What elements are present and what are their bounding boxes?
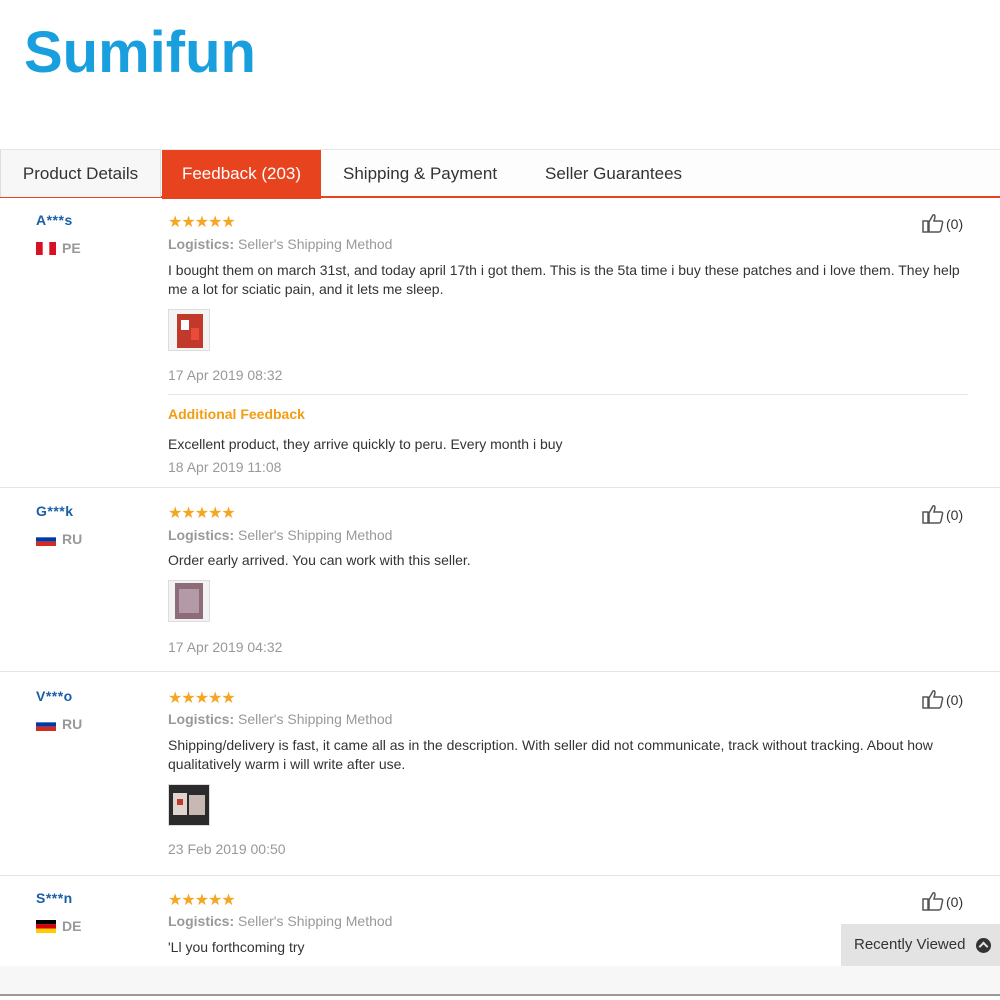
additional-feedback-text: Excellent product, they arrive quickly t… (168, 436, 563, 452)
buyer-country: RU (36, 716, 82, 732)
feedback-date: 17 Apr 2019 08:32 (168, 367, 283, 383)
feedback-photo[interactable] (168, 309, 210, 351)
tab-product-details[interactable]: Product Details (0, 150, 161, 197)
feedback-photo[interactable] (168, 580, 210, 622)
like-button[interactable]: (0) (922, 213, 963, 233)
tab-seller-guarantees[interactable]: Seller Guarantees (545, 150, 682, 197)
buyer-name: G***k (36, 503, 74, 519)
divider (0, 671, 1000, 672)
buyer-name: V***o (36, 688, 73, 704)
star-rating: ★★★★★ (168, 892, 236, 909)
buyer-country: RU (36, 531, 82, 547)
recently-viewed-label: Recently Viewed (854, 936, 966, 953)
footer-strip (0, 966, 1000, 994)
svg-text:Sumifun: Sumifun (24, 20, 256, 85)
divider (168, 394, 968, 395)
sumifun-logo[interactable]: Sumifun (24, 18, 264, 88)
thumbs-up-icon (922, 214, 944, 233)
germany-flag-icon (36, 920, 56, 933)
tab-shipping-payment[interactable]: Shipping & Payment (343, 150, 497, 197)
feedback-text: I bought them on march 31st, and today a… (168, 262, 960, 297)
like-button[interactable]: (0) (922, 689, 963, 709)
feedback-date: 23 Feb 2019 00:50 (168, 841, 286, 857)
buyer-country: DE (36, 918, 81, 934)
thumbs-up-icon (922, 690, 944, 709)
tab-feedback[interactable]: Feedback (203) (162, 150, 321, 199)
additional-feedback-date: 18 Apr 2019 11:08 (168, 459, 282, 475)
divider (0, 487, 1000, 488)
peru-flag-icon (36, 242, 56, 255)
thumbs-up-icon (922, 505, 944, 524)
thumbs-up-icon (922, 892, 944, 911)
logistics-info: Logistics: Seller's Shipping Method (168, 913, 393, 929)
chevron-up-icon (976, 938, 991, 953)
buyer-country: PE (36, 240, 81, 256)
feedback-text: Shipping/delivery is fast, it came all a… (168, 737, 933, 772)
feedback-date: 17 Apr 2019 04:32 (168, 639, 283, 655)
star-rating: ★★★★★ (168, 214, 236, 231)
russia-flag-icon (36, 718, 56, 731)
star-rating: ★★★★★ (168, 690, 236, 707)
russia-flag-icon (36, 533, 56, 546)
recently-viewed-button[interactable]: Recently Viewed (841, 924, 1000, 966)
buyer-name: S***n (36, 890, 73, 906)
divider (0, 875, 1000, 876)
star-rating: ★★★★★ (168, 505, 236, 522)
footer-line (0, 994, 1000, 996)
like-button[interactable]: (0) (922, 891, 963, 911)
detail-tabs: Product Details Feedback (203) Shipping … (0, 149, 1000, 199)
logistics-info: Logistics: Seller's Shipping Method (168, 236, 393, 252)
additional-feedback-title: Additional Feedback (168, 406, 305, 422)
feedback-photo[interactable] (168, 784, 210, 826)
logistics-info: Logistics: Seller's Shipping Method (168, 711, 393, 727)
feedback-text: Order early arrived. You can work with t… (168, 552, 471, 568)
like-button[interactable]: (0) (922, 504, 963, 524)
buyer-name: A***s (36, 212, 73, 228)
logistics-info: Logistics: Seller's Shipping Method (168, 527, 393, 543)
